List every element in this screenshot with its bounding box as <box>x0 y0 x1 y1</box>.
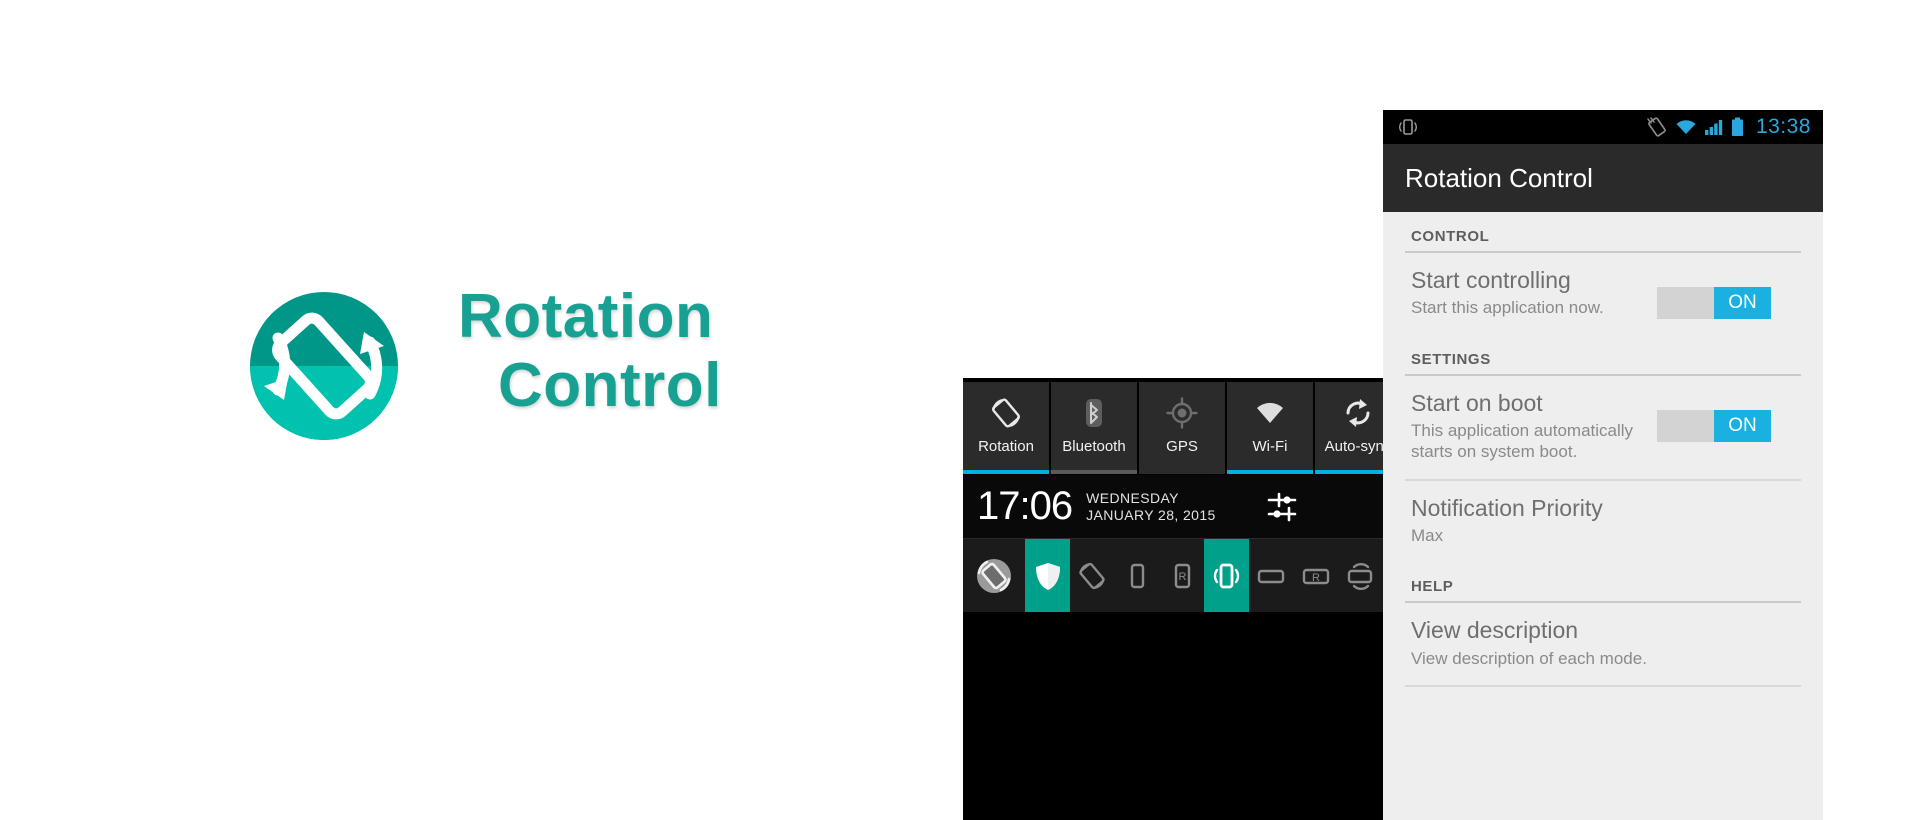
mode-button-default[interactable] <box>1025 539 1070 612</box>
quick-settings-row: Rotation Bluetooth GPS Wi-Fi Auto-syn <box>963 378 1383 474</box>
battery-icon <box>1731 117 1743 136</box>
status-bar: 13:38 <box>1383 110 1823 144</box>
brand-title-line2: Control <box>498 351 722 421</box>
quick-tile-rotation[interactable]: Rotation <box>963 382 1049 474</box>
switch-start-on-boot[interactable]: ON <box>1657 409 1771 442</box>
bluetooth-icon <box>1086 399 1102 427</box>
quick-tile-rotation-label: Rotation <box>978 438 1034 455</box>
rotation-control-settings-screenshot: 13:38 Rotation Control CONTROL Start con… <box>1383 110 1823 820</box>
quick-tile-gps-label: GPS <box>1166 438 1198 455</box>
clock-weekday: WEDNESDAY <box>1086 489 1179 506</box>
mode-button-sensor-portrait[interactable] <box>1204 539 1249 612</box>
rotation-locked-icon <box>1647 117 1666 137</box>
sync-icon <box>1346 399 1370 427</box>
switch-thumb-on: ON <box>1714 287 1771 319</box>
switch-start-controlling[interactable]: ON <box>1657 287 1771 319</box>
action-bar-title: Rotation Control <box>1405 162 1593 193</box>
preference-notification-priority-summary: Max <box>1411 526 1444 546</box>
mode-button-auto-rotate[interactable] <box>1070 539 1115 612</box>
quick-tile-wifi-indicator <box>1227 470 1313 474</box>
preference-start-controlling-summary: Start this application now. <box>1411 298 1604 318</box>
preference-start-controlling-title: Start controlling <box>1411 267 1571 293</box>
portrait-reverse-icon: R <box>1174 563 1190 588</box>
quick-tile-autosync[interactable]: Auto-sync <box>1315 382 1383 474</box>
preference-start-on-boot[interactable]: Start on boot This application automatic… <box>1383 376 1823 479</box>
quick-tile-gps-indicator <box>1139 470 1225 474</box>
clock-time: 17:06 <box>977 484 1073 528</box>
screenshot-canvas: Rotation Control Rotation Bluetooth GPS … <box>0 0 1920 820</box>
quick-tile-autosync-label: Auto-sync <box>1324 438 1383 455</box>
wifi-icon <box>1257 402 1283 423</box>
preference-view-description[interactable]: View description View description of eac… <box>1383 603 1823 685</box>
preference-divider <box>1405 685 1801 687</box>
page-title: Rotation Control <box>458 282 958 421</box>
preference-view-description-summary: View description of each mode. <box>1411 648 1647 668</box>
preference-notification-priority-text: Notification Priority Max <box>1411 495 1603 547</box>
preference-start-controlling[interactable]: Start controlling Start this application… <box>1383 253 1823 335</box>
quick-tile-autosync-indicator <box>1315 470 1383 474</box>
mode-button-reverse-portrait[interactable]: R <box>1159 539 1204 612</box>
preference-start-on-boot-summary: This application automatically starts on… <box>1411 421 1634 462</box>
quick-tile-bluetooth[interactable]: Bluetooth <box>1051 382 1137 474</box>
landscape-icon <box>1257 569 1285 583</box>
clock-date: WEDNESDAY JANUARY 28, 2015 <box>1086 490 1216 523</box>
signal-bars-icon <box>1704 120 1723 135</box>
section-header-settings: SETTINGS <box>1411 350 1491 368</box>
mode-button-sensor-landscape[interactable] <box>1338 539 1383 612</box>
rotation-control-app-icon <box>963 539 1025 612</box>
portrait-icon <box>1130 563 1145 588</box>
notification-shade-screenshot: Rotation Bluetooth GPS Wi-Fi Auto-syn 17… <box>963 378 1383 820</box>
status-bar-clock: 13:38 <box>1755 115 1811 138</box>
landscape-reverse-icon: R <box>1302 568 1330 584</box>
gps-icon <box>1166 397 1198 429</box>
quick-tile-wifi-label: Wi-Fi <box>1252 438 1288 455</box>
auto-rotate-icon <box>1079 562 1105 589</box>
quick-tile-rotation-indicator <box>963 470 1049 474</box>
rotation-control-notification: R R <box>963 538 1383 612</box>
auto-rotate-icon <box>991 398 1021 428</box>
preference-view-description-text: View description View description of eac… <box>1411 617 1647 669</box>
section-header-help: HELP <box>1411 578 1454 596</box>
quick-tile-bluetooth-label: Bluetooth <box>1062 438 1126 455</box>
brand-title-line1: Rotation <box>458 282 714 351</box>
svg-text:R: R <box>1312 572 1320 584</box>
section-header-control: CONTROL <box>1411 228 1490 245</box>
action-bar: Rotation Control <box>1383 144 1823 212</box>
status-bar-right: 13:38 <box>1646 115 1811 139</box>
mode-button-portrait[interactable] <box>1115 539 1160 612</box>
preference-notification-priority-title: Notification Priority <box>1411 494 1603 521</box>
switch-thumb-on: ON <box>1714 409 1771 442</box>
wifi-icon <box>1676 120 1696 134</box>
preference-view-description-title: View description <box>1411 617 1579 644</box>
preference-notification-priority[interactable]: Notification Priority Max <box>1383 481 1823 563</box>
clock-fulldate: JANUARY 28, 2015 <box>1086 506 1216 523</box>
sensor-portrait-status-icon <box>1399 119 1417 135</box>
svg-text:R: R <box>1178 571 1186 583</box>
shield-icon <box>1035 562 1060 590</box>
status-bar-left <box>1395 116 1421 138</box>
switch-track-off <box>1657 287 1714 319</box>
mode-button-reverse-landscape[interactable]: R <box>1294 539 1339 612</box>
sliders-settings-icon[interactable] <box>1265 490 1299 524</box>
sensor-landscape-icon <box>1347 562 1372 590</box>
sensor-portrait-icon <box>1214 563 1240 588</box>
mode-button-landscape[interactable] <box>1249 539 1294 612</box>
preference-start-controlling-text: Start controlling Start this application… <box>1411 267 1604 319</box>
switch-track-off <box>1657 409 1714 442</box>
preference-start-on-boot-title: Start on boot <box>1411 389 1543 416</box>
brand-lockup: Rotation Control <box>240 282 960 478</box>
quick-tile-bluetooth-indicator <box>1051 470 1137 474</box>
preference-list: CONTROL Start controlling Start this app… <box>1383 212 1823 687</box>
quick-tile-wifi[interactable]: Wi-Fi <box>1227 382 1313 474</box>
preference-start-on-boot-text: Start on boot This application automatic… <box>1411 390 1661 463</box>
shade-clock-row: 17:06 WEDNESDAY JANUARY 28, 2015 <box>963 474 1383 538</box>
rotation-control-logo-icon <box>248 290 400 442</box>
quick-tile-gps[interactable]: GPS <box>1139 382 1225 474</box>
